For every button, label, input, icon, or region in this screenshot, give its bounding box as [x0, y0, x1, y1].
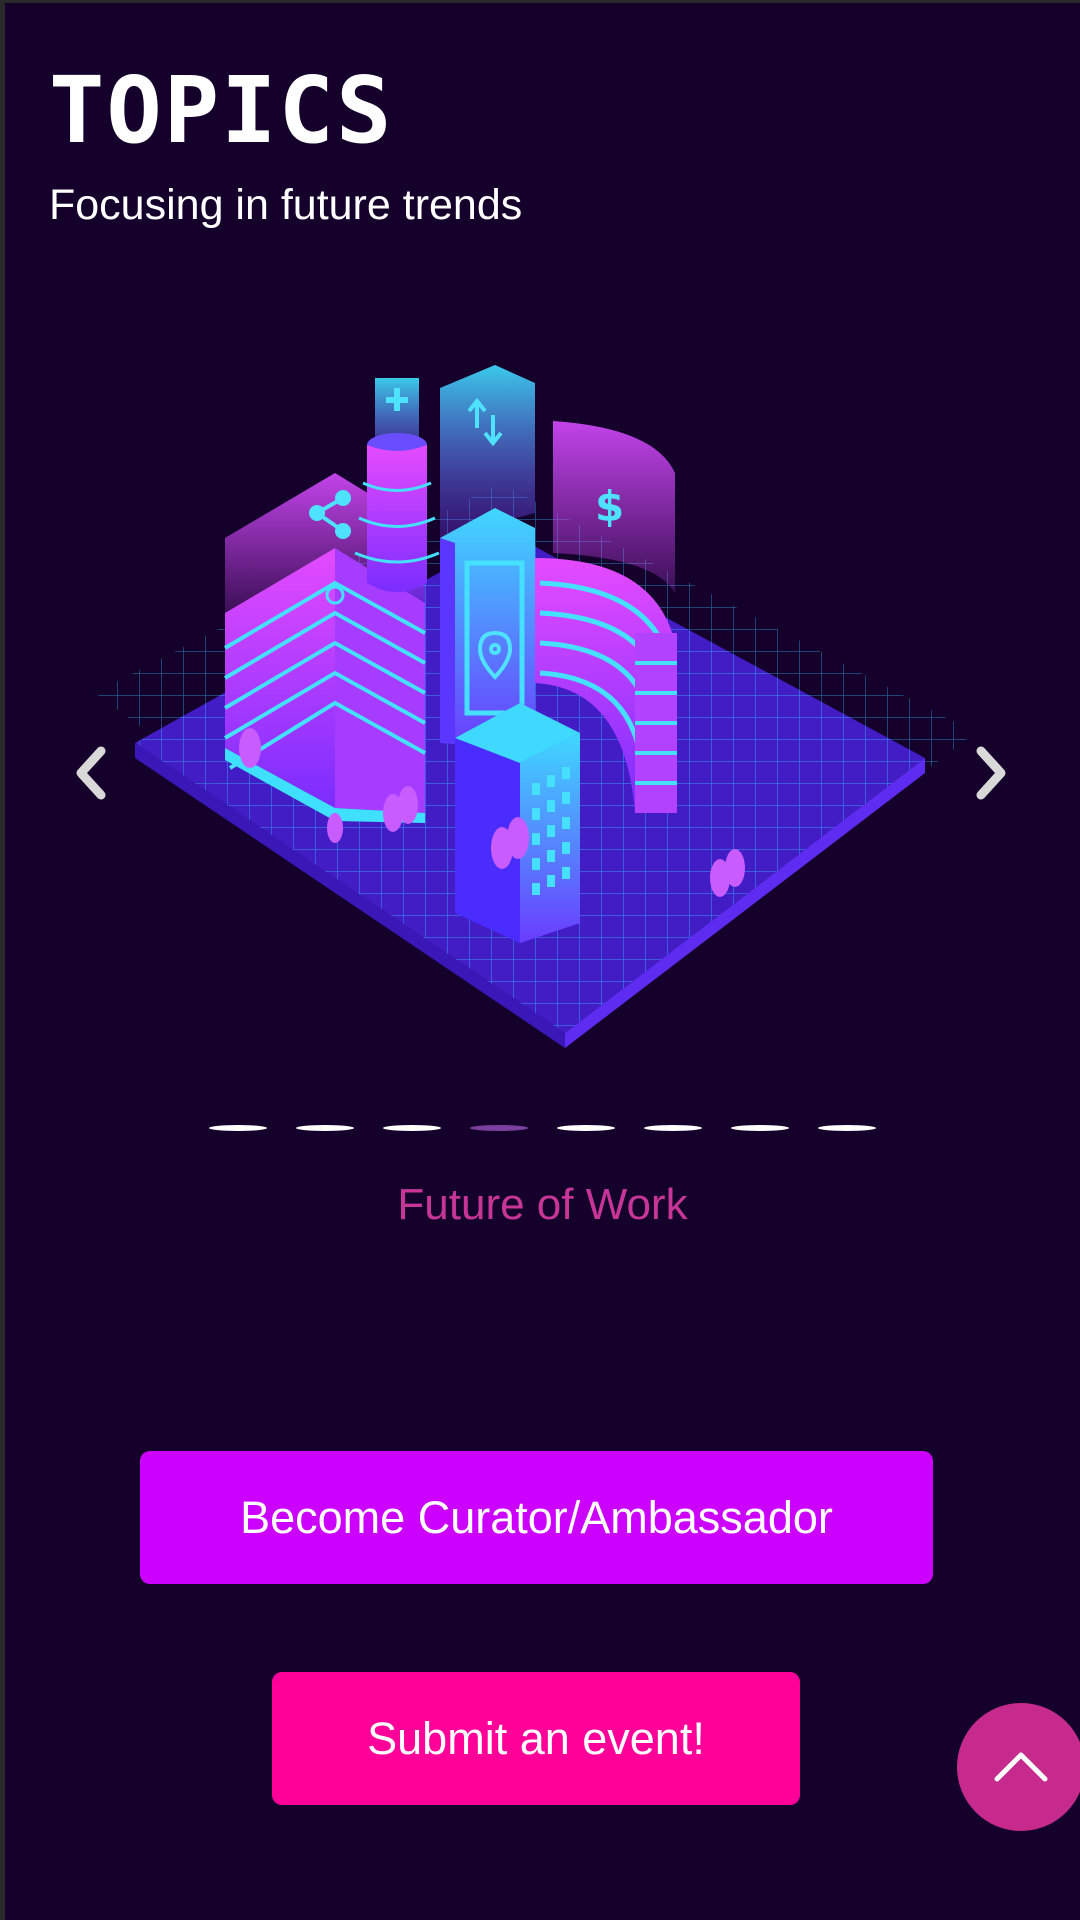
page-title: TOPICS	[49, 57, 394, 164]
scroll-to-top-button[interactable]	[957, 1703, 1080, 1831]
carousel-prev-button[interactable]	[67, 733, 117, 813]
city-illustration: $	[95, 365, 975, 1048]
chevron-up-icon	[994, 1752, 1048, 1782]
tall-tower	[440, 365, 535, 748]
carousel-dot[interactable]	[557, 1125, 615, 1131]
round-tower	[354, 378, 440, 592]
carousel-dot[interactable]	[296, 1125, 354, 1131]
become-curator-button[interactable]: Become Curator/Ambassador	[140, 1451, 933, 1584]
carousel-dot[interactable]	[470, 1125, 528, 1131]
carousel-dot[interactable]	[731, 1125, 789, 1131]
carousel-indicators	[5, 1125, 1080, 1131]
carousel-dot[interactable]	[644, 1125, 702, 1131]
chevron-left-icon	[76, 746, 106, 800]
carousel-dot[interactable]	[209, 1125, 267, 1131]
dollar-icon: $	[595, 482, 624, 531]
carousel-dot[interactable]	[383, 1125, 441, 1131]
carousel-next-button[interactable]	[965, 733, 1015, 813]
app-screen: TOPICS Focusing in future trends $ Futur…	[5, 3, 1080, 1920]
topics-carousel: $	[5, 343, 1080, 1083]
chevron-right-icon	[976, 746, 1006, 800]
slide-caption: Future of Work	[397, 1180, 688, 1229]
carousel-dot[interactable]	[818, 1125, 876, 1131]
submit-event-button[interactable]: Submit an event!	[272, 1672, 800, 1805]
page-subtitle: Focusing in future trends	[49, 181, 523, 229]
